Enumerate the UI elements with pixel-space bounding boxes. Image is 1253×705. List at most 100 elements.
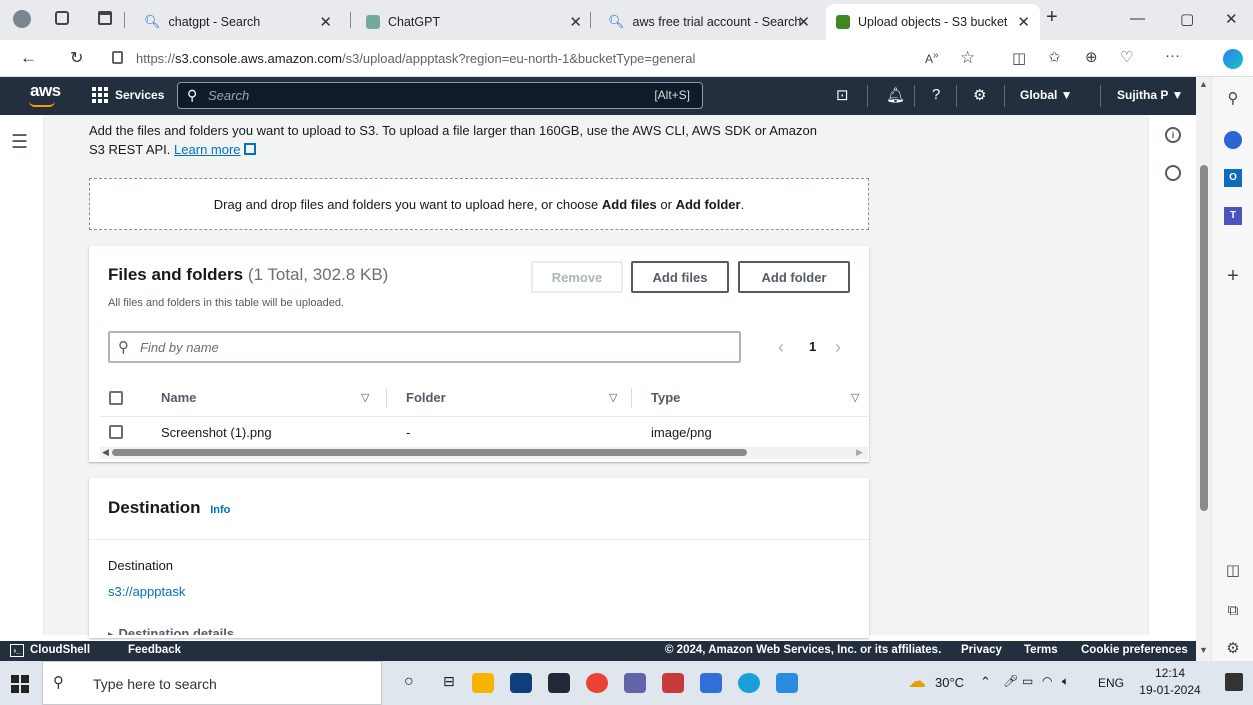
tray-chevron-icon[interactable]: ⌃ <box>980 674 991 690</box>
add-files-button[interactable]: Add files <box>631 261 729 293</box>
restore-icon[interactable]: ▢ <box>1180 10 1194 28</box>
weather-icon[interactable]: ☁ <box>908 671 926 692</box>
collections-icon[interactable]: ⊕ <box>1085 48 1098 66</box>
add-sidebar-app-icon[interactable]: + <box>1224 266 1242 286</box>
task-view-icon[interactable]: ⊟ <box>443 673 455 690</box>
region-selector[interactable]: Global ▼ <box>1020 88 1073 102</box>
lock-icon[interactable] <box>112 51 123 64</box>
outlook-icon[interactable]: O <box>1224 169 1242 187</box>
profile-icon[interactable] <box>13 10 31 28</box>
volume-icon[interactable]: 🔈︎ <box>1062 674 1069 689</box>
tab-chatgpt[interactable]: ChatGPT ✕ <box>356 4 592 40</box>
row-checkbox[interactable] <box>109 425 123 439</box>
file-explorer-icon[interactable] <box>472 673 494 693</box>
sort-name-icon[interactable]: ▽ <box>361 391 369 404</box>
column-header-name[interactable]: Name <box>161 390 196 405</box>
account-menu[interactable]: Sujitha P ▼ <box>1117 88 1183 102</box>
weather-temp[interactable]: 30°C <box>935 675 964 690</box>
teams-icon[interactable]: T <box>1224 207 1242 225</box>
pagination-next-icon[interactable]: › <box>835 337 841 358</box>
column-header-folder[interactable]: Folder <box>406 390 446 405</box>
windows-start-icon[interactable] <box>11 675 29 693</box>
more-icon[interactable]: ··· <box>1165 47 1180 64</box>
close-icon[interactable]: ✕ <box>319 13 332 31</box>
settings-gear-icon[interactable]: ⚙ <box>973 86 986 104</box>
split-screen-icon[interactable]: ◫ <box>1012 49 1026 67</box>
footer-terms[interactable]: Terms <box>1024 644 1058 656</box>
sidebar-layout-icon[interactable]: ◫ <box>1224 562 1242 580</box>
favorites-icon[interactable]: ✩ <box>1048 48 1061 66</box>
back-icon[interactable]: ← <box>20 48 37 68</box>
footer-feedback[interactable]: Feedback <box>128 644 181 656</box>
remove-button[interactable]: Remove <box>531 261 623 293</box>
tutorial-icon[interactable] <box>1165 165 1181 181</box>
help-icon[interactable]: ? <box>932 86 940 103</box>
drop-zone[interactable]: Drag and drop files and folders you want… <box>89 178 869 230</box>
sidebar-copilot-icon[interactable] <box>1224 131 1242 149</box>
select-all-checkbox[interactable] <box>109 391 123 405</box>
app-icon[interactable] <box>700 673 722 693</box>
destination-bucket-link[interactable]: s3://appptask <box>108 584 185 599</box>
tray-app-icon[interactable]: 🎤︎ <box>1003 674 1018 688</box>
tab-aws-search[interactable]: 🔍︎ aws free trial account - Search ✕ <box>598 4 820 40</box>
workspaces-icon[interactable] <box>55 11 69 25</box>
tab-chatgpt-search[interactable]: 🔍︎ chatgpt - Search ✕ <box>134 4 342 40</box>
paint-icon[interactable] <box>662 673 684 693</box>
close-icon[interactable]: ✕ <box>1017 13 1030 31</box>
page-scrollbar-thumb[interactable] <box>1200 165 1208 511</box>
favorite-star-icon[interactable]: ☆ <box>960 48 975 68</box>
url-field[interactable]: https://s3.console.aws.amazon.com/s3/upl… <box>136 47 996 71</box>
close-icon[interactable]: ✕ <box>797 13 810 31</box>
cloudshell-icon[interactable]: ⊡ <box>836 86 849 104</box>
notifications-bell-icon[interactable]: 🔔︎ <box>886 86 905 104</box>
destination-details-toggle[interactable]: ▶ Destination details <box>108 626 234 635</box>
pagination-page[interactable]: 1 <box>809 339 816 354</box>
chrome-icon[interactable] <box>586 673 608 693</box>
battery-icon[interactable]: ▭ <box>1022 674 1033 688</box>
cortana-icon[interactable]: ○ <box>404 673 414 691</box>
vscode-icon[interactable] <box>776 673 798 693</box>
sort-type-icon[interactable]: ▽ <box>851 391 859 404</box>
footer-cloudshell[interactable]: CloudShell <box>30 644 90 656</box>
services-menu[interactable]: Services <box>92 87 164 103</box>
add-folder-button[interactable]: Add folder <box>738 261 850 293</box>
external-open-icon[interactable]: ⧉ <box>1224 602 1242 620</box>
store-icon[interactable] <box>510 673 532 693</box>
tab-upload-objects[interactable]: Upload objects - S3 bucket app ✕ <box>826 4 1040 40</box>
notification-center-icon[interactable] <box>1225 673 1243 691</box>
scroll-up-icon[interactable]: ▲ <box>1199 79 1208 89</box>
sidebar-search-icon[interactable]: ⚲ <box>1224 90 1242 108</box>
teams-taskbar-icon[interactable] <box>624 673 646 693</box>
info-icon[interactable]: i <box>1165 127 1181 143</box>
mail-icon[interactable] <box>548 673 570 693</box>
scroll-left-icon[interactable]: ◀ <box>102 447 109 458</box>
aws-logo[interactable]: aws <box>30 81 61 101</box>
column-header-type[interactable]: Type <box>651 390 680 405</box>
menu-hamburger-icon[interactable]: ☰ <box>11 131 28 154</box>
minimize-icon[interactable]: — <box>1130 10 1145 27</box>
edge-icon[interactable] <box>738 673 760 693</box>
learn-more-link[interactable]: Learn more <box>174 142 240 157</box>
read-aloud-icon[interactable]: A» <box>925 50 939 66</box>
network-icon[interactable]: ◠ <box>1042 674 1052 688</box>
scroll-down-icon[interactable]: ▼ <box>1199 645 1208 655</box>
clock[interactable]: 12:14 19-01-2024 <box>1135 665 1205 699</box>
tab-actions-icon[interactable] <box>98 11 112 25</box>
scroll-right-icon[interactable]: ▶ <box>856 447 863 458</box>
table-row[interactable]: Screenshot (1).png - image/png <box>100 418 868 444</box>
close-window-icon[interactable]: ✕ <box>1225 10 1238 28</box>
aws-search-input[interactable]: ⚲ Search [Alt+S] <box>177 82 703 109</box>
extensions-icon[interactable]: ♡ <box>1120 48 1133 66</box>
close-icon[interactable]: ✕ <box>569 13 582 31</box>
destination-info-link[interactable]: Info <box>210 504 230 516</box>
sort-folder-icon[interactable]: ▽ <box>609 391 617 404</box>
scrollbar-thumb[interactable] <box>112 449 747 456</box>
footer-cookie-preferences[interactable]: Cookie preferences <box>1081 644 1188 656</box>
language-indicator[interactable]: ENG <box>1098 676 1124 690</box>
new-tab-icon[interactable]: + <box>1046 6 1058 29</box>
external-link-icon[interactable] <box>244 143 257 155</box>
taskbar-search-input[interactable]: ⚲ Type here to search <box>42 661 382 705</box>
footer-privacy[interactable]: Privacy <box>961 644 1002 656</box>
find-by-name-input[interactable]: ⚲ Find by name <box>108 331 741 363</box>
sidebar-settings-icon[interactable]: ⚙ <box>1224 640 1242 658</box>
